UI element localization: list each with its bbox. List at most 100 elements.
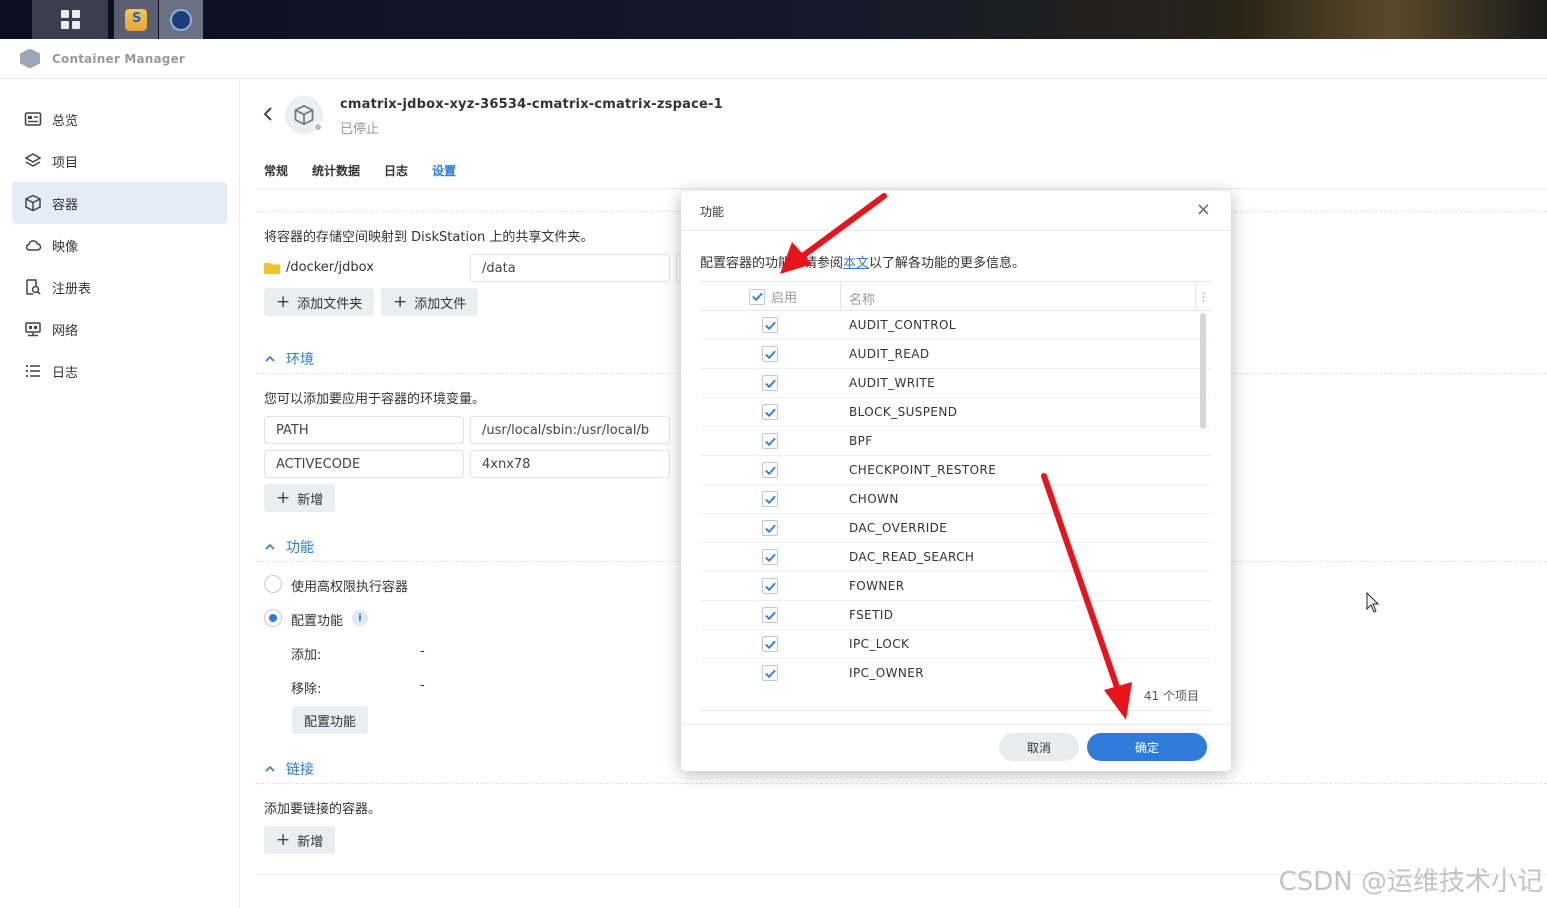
env-section-title: 环境 [286, 352, 314, 368]
add-link-label: 新增 [297, 834, 324, 850]
env-section-header[interactable]: 环境 [264, 349, 314, 369]
tab-bar: 常规 统计数据 日志 设置 [264, 162, 456, 187]
mount-path-field[interactable]: /data [470, 254, 670, 282]
table-row[interactable]: IPC_LOCK [701, 630, 1211, 659]
main-menu-button[interactable] [32, 0, 108, 39]
sidebar-item-registry[interactable]: 注册表 [12, 266, 227, 308]
sidebar-item-overview[interactable]: 总览 [12, 98, 227, 140]
info-icon[interactable]: i [352, 610, 368, 626]
table-row[interactable]: IPC_OWNER [701, 659, 1211, 681]
privileged-radio[interactable] [264, 575, 282, 593]
env-value-field[interactable]: 4xnx78 [470, 450, 670, 478]
sidebar-item-label: 网络 [52, 323, 79, 339]
plus-icon: + [276, 292, 291, 312]
enable-checkbox[interactable] [762, 549, 778, 565]
capability-name: FOWNER [849, 579, 905, 593]
env-key-field[interactable]: PATH [264, 416, 464, 444]
table-row[interactable]: CHOWN [701, 485, 1211, 514]
table-row[interactable]: CHECKPOINT_RESTORE [701, 456, 1211, 485]
privileged-label: 使用高权限执行容器 [291, 580, 409, 595]
caps-remove-value: - [420, 678, 425, 693]
capability-name: DAC_READ_SEARCH [849, 550, 975, 564]
sidebar-item-label: 日志 [52, 365, 79, 381]
enable-checkbox[interactable] [762, 462, 778, 478]
sidebar-item-label: 注册表 [52, 281, 92, 297]
enable-checkbox[interactable] [762, 636, 778, 652]
tab-general[interactable]: 常规 [264, 162, 288, 187]
ok-button[interactable]: 确定 [1087, 733, 1207, 761]
caps-section-header[interactable]: 功能 [264, 537, 314, 557]
grid-icon [60, 10, 80, 29]
tab-logs[interactable]: 日志 [384, 162, 408, 187]
checkmark-icon [764, 524, 776, 533]
enable-checkbox[interactable] [762, 404, 778, 420]
enable-checkbox[interactable] [762, 317, 778, 333]
enable-checkbox[interactable] [762, 578, 778, 594]
capability-name: DAC_OVERRIDE [849, 521, 948, 535]
sidebar-item-images[interactable]: 映像 [12, 224, 227, 266]
sidebar-item-projects[interactable]: 项目 [12, 140, 227, 182]
configure-caps-radio[interactable] [264, 609, 282, 627]
taskbar-app-container-manager[interactable] [159, 0, 203, 39]
enable-checkbox[interactable] [762, 433, 778, 449]
taskbar-app-package-center[interactable] [114, 0, 158, 39]
env-value-field[interactable]: /usr/local/sbin:/usr/local/b [470, 416, 670, 444]
capability-name: IPC_OWNER [849, 666, 924, 680]
watermark: CSDN @运维技术小记 [1278, 867, 1543, 897]
cloud-icon [24, 236, 42, 254]
table-row[interactable]: BPF [701, 427, 1211, 456]
checkmark-icon [764, 611, 776, 620]
add-folder-label: 添加文件夹 [297, 296, 363, 312]
folder-icon [264, 262, 280, 274]
tab-settings[interactable]: 设置 [432, 162, 456, 187]
back-chevron-icon[interactable] [262, 106, 274, 127]
sidebar-item-logs[interactable]: 日志 [12, 350, 227, 392]
enable-checkbox[interactable] [762, 346, 778, 362]
add-env-button[interactable]: + 新增 [264, 484, 336, 512]
checkmark-icon [764, 669, 776, 678]
plus-icon: + [276, 830, 291, 850]
enable-checkbox[interactable] [762, 520, 778, 536]
scrollbar[interactable] [1200, 313, 1206, 429]
enable-column-header[interactable]: 启用 [701, 282, 841, 311]
capability-name: AUDIT_CONTROL [849, 318, 956, 332]
enable-checkbox[interactable] [762, 665, 778, 681]
add-folder-button[interactable]: + 添加文件夹 [264, 288, 375, 316]
name-column-header[interactable]: 名称 [849, 289, 875, 308]
sidebar-item-label: 总览 [52, 113, 79, 129]
tab-statistics[interactable]: 统计数据 [312, 162, 360, 187]
links-section-header[interactable]: 链接 [264, 759, 314, 779]
table-row[interactable]: AUDIT_WRITE [701, 369, 1211, 398]
configure-caps-button[interactable]: 配置功能 [292, 706, 369, 734]
checkmark-icon [764, 582, 776, 591]
grid-footer: 41 个项目 [701, 681, 1211, 711]
enable-checkbox[interactable] [762, 375, 778, 391]
table-row[interactable]: DAC_OVERRIDE [701, 514, 1211, 543]
enable-checkbox[interactable] [762, 491, 778, 507]
env-key-field[interactable]: ACTIVECODE [264, 450, 464, 478]
table-row[interactable]: FSETID [701, 601, 1211, 630]
close-icon[interactable]: × [1196, 199, 1211, 220]
table-row[interactable]: AUDIT_READ [701, 340, 1211, 369]
grid-header: 启用 名称 ⋮ [701, 281, 1211, 311]
enable-checkbox[interactable] [762, 607, 778, 623]
table-row[interactable]: FOWNER [701, 572, 1211, 601]
add-link-button[interactable]: + 新增 [264, 826, 336, 854]
column-menu-icon[interactable]: ⋮ [1195, 282, 1211, 311]
checkmark-icon [764, 408, 776, 417]
sidebar-item-containers[interactable]: 容器 [12, 182, 227, 224]
network-icon [24, 320, 42, 338]
table-row[interactable]: DAC_READ_SEARCH [701, 543, 1211, 572]
dialog-footer-divider [681, 724, 1231, 725]
cancel-button[interactable]: 取消 [999, 733, 1079, 761]
add-file-button[interactable]: + 添加文件 [381, 288, 479, 316]
table-row[interactable]: BLOCK_SUSPEND [701, 398, 1211, 427]
select-all-checkbox[interactable] [749, 288, 765, 305]
docs-link[interactable]: 本文 [843, 256, 869, 271]
capability-name: BPF [849, 434, 873, 448]
volume-description: 将容器的存储空间映射到 DiskStation 上的共享文件夹。 [264, 230, 594, 245]
sidebar-item-network[interactable]: 网络 [12, 308, 227, 350]
section-divider [256, 783, 1547, 784]
table-row[interactable]: AUDIT_CONTROL [701, 311, 1211, 340]
checkmark-icon [764, 321, 776, 330]
